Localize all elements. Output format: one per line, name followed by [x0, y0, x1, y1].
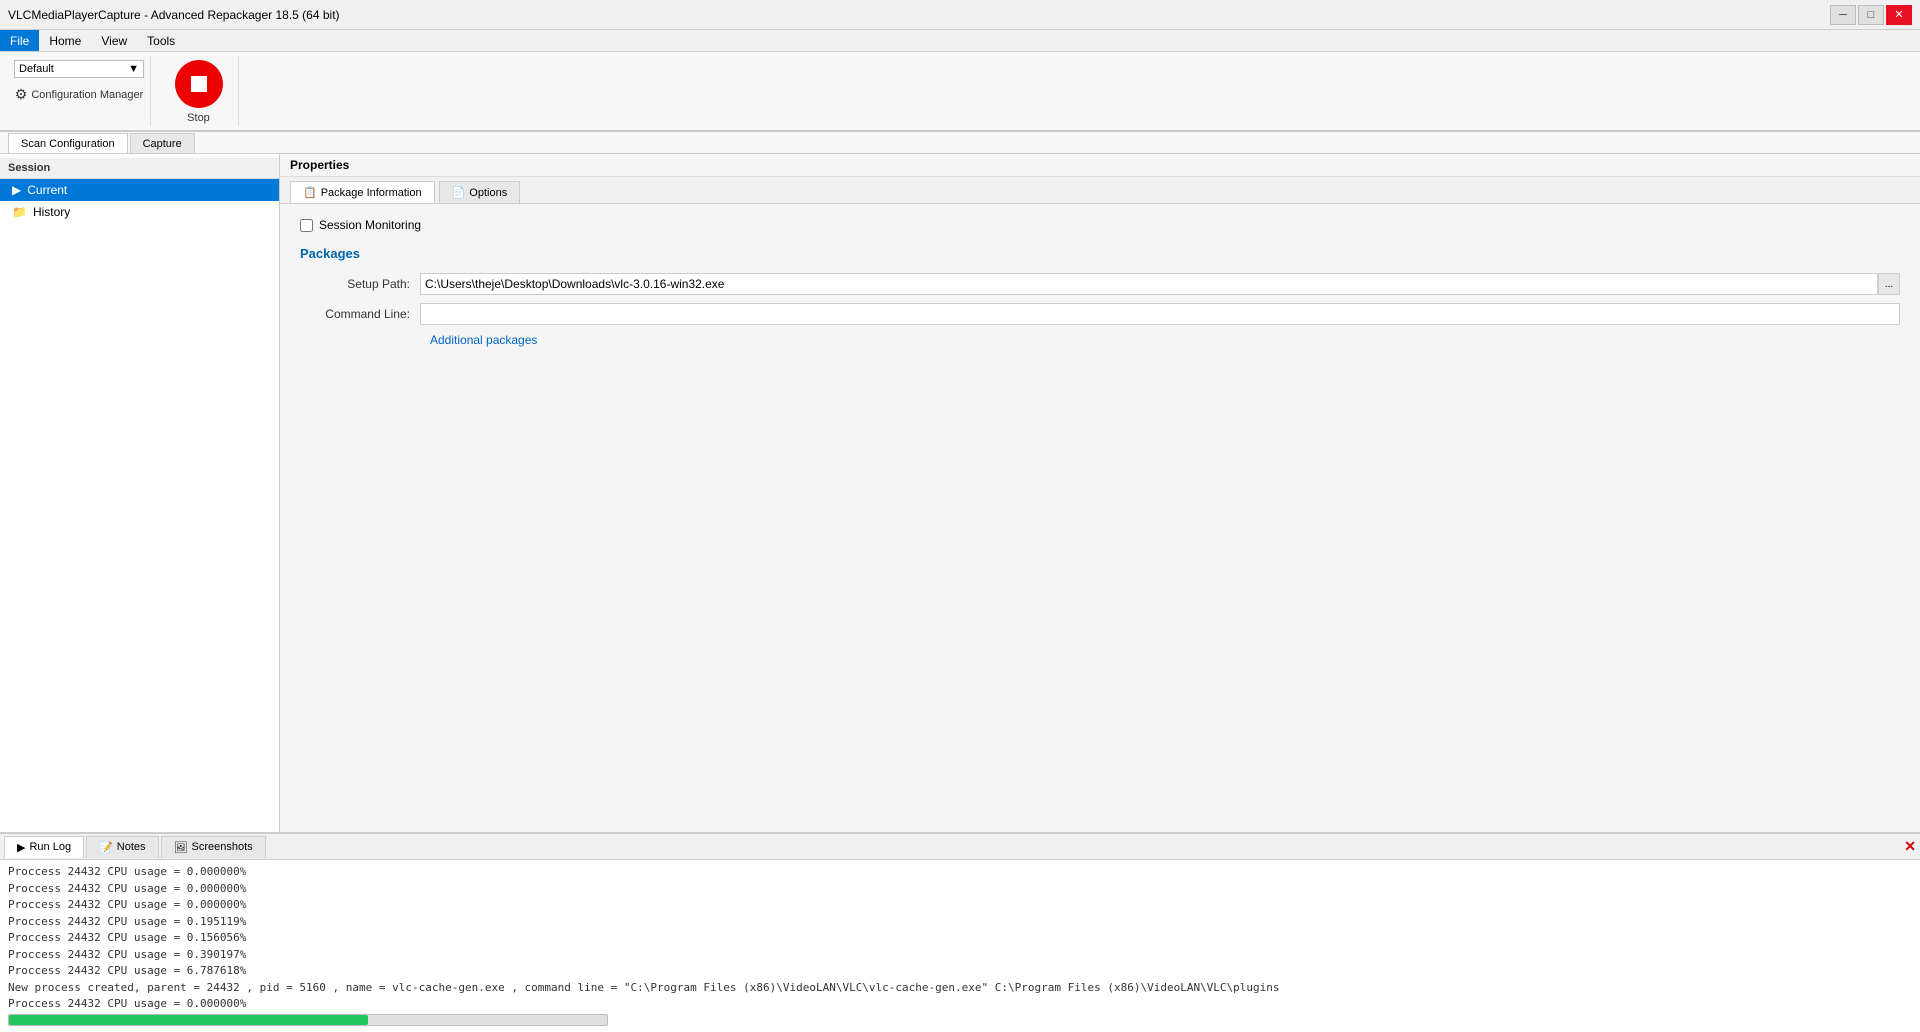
properties-pane: Properties 📋 Package Information 📄 Optio…	[280, 154, 1920, 832]
package-info-icon: 📋	[303, 186, 317, 199]
menu-view[interactable]: View	[91, 30, 137, 51]
default-dropdown[interactable]: Default ▼	[14, 60, 144, 78]
menu-tools[interactable]: Tools	[137, 30, 185, 51]
menu-bar: File Home View Tools	[0, 30, 1920, 52]
log-line: Proccess 24432 CPU usage = 0.000000%	[8, 897, 1912, 914]
bottom-tab-screenshots[interactable]: 🖼 Screenshots	[161, 836, 266, 858]
session-header: Session	[0, 158, 279, 179]
setup-path-input[interactable]	[420, 273, 1878, 295]
command-line-row: Command Line:	[300, 303, 1900, 325]
notes-label: Notes	[117, 841, 146, 853]
screenshots-label: Screenshots	[191, 841, 252, 853]
default-label: Default	[19, 63, 128, 75]
title-bar: VLCMediaPlayerCapture - Advanced Repacka…	[0, 0, 1920, 30]
bottom-panel: ▶ Run Log 📝 Notes 🖼 Screenshots ✕ Procce…	[0, 832, 1920, 1032]
title-text: VLCMediaPlayerCapture - Advanced Repacka…	[8, 8, 340, 22]
maximize-button[interactable]: □	[1858, 5, 1884, 25]
log-line: Proccess 24432 CPU usage = 0.390197%	[8, 947, 1912, 964]
log-line: Proccess 24432 CPU usage = 0.000000%	[8, 864, 1912, 881]
window-controls: ─ □ ✕	[1830, 5, 1912, 25]
config-manager-button[interactable]: ⚙ Configuration Manager	[15, 86, 143, 103]
main-area: Session ▶ Current 📁 History Properties 📋…	[0, 154, 1920, 832]
close-bottom-panel-button[interactable]: ✕	[1904, 838, 1916, 855]
tab-options[interactable]: 📄 Options	[439, 181, 521, 203]
menu-file[interactable]: File	[0, 30, 39, 51]
toolbar-stop-section: Stop	[159, 56, 239, 126]
properties-body: Session Monitoring Packages Setup Path: …	[280, 204, 1920, 361]
log-line: Proccess 24432 CPU usage = 0.156056%	[8, 930, 1912, 947]
stop-icon	[191, 76, 207, 92]
toolbar-default-section: Default ▼ ⚙ Configuration Manager	[8, 56, 151, 126]
log-area: Proccess 24432 CPU usage = 0.000000%Proc…	[0, 860, 1920, 1010]
notes-icon: 📝	[99, 841, 113, 854]
command-line-input[interactable]	[420, 303, 1900, 325]
options-icon: 📄	[452, 186, 466, 199]
sidebar: Session ▶ Current 📁 History	[0, 154, 280, 832]
run-log-label: Run Log	[29, 841, 71, 853]
bottom-tab-run-log[interactable]: ▶ Run Log	[4, 836, 84, 858]
bottom-tabs: ▶ Run Log 📝 Notes 🖼 Screenshots ✕	[0, 834, 1920, 860]
additional-packages-row: Additional packages	[300, 333, 1900, 347]
log-line: Proccess 24432 CPU usage = 0.000000%	[8, 996, 1912, 1010]
config-manager-label: Configuration Manager	[31, 89, 143, 101]
sidebar-item-history[interactable]: 📁 History	[0, 201, 279, 223]
menu-home[interactable]: Home	[39, 30, 91, 51]
log-line: New process created, parent = 24432 , pi…	[8, 980, 1912, 997]
packages-section-title: Packages	[300, 246, 1900, 261]
tab-package-information[interactable]: 📋 Package Information	[290, 181, 435, 203]
stop-label: Stop	[187, 112, 210, 124]
setup-path-row: Setup Path: ...	[300, 273, 1900, 295]
command-line-label: Command Line:	[300, 307, 420, 321]
options-label: Options	[469, 187, 507, 199]
run-log-icon: ▶	[17, 841, 25, 854]
progress-track	[8, 1014, 608, 1026]
package-info-label: Package Information	[321, 187, 422, 199]
dropdown-arrow: ▼	[128, 63, 139, 75]
stop-button[interactable]	[175, 60, 223, 108]
minimize-button[interactable]: ─	[1830, 5, 1856, 25]
sidebar-item-current[interactable]: ▶ Current	[0, 179, 279, 201]
setup-path-label: Setup Path:	[300, 277, 420, 291]
toolbar: Default ▼ ⚙ Configuration Manager Stop	[0, 52, 1920, 132]
progress-bar-row	[0, 1010, 1920, 1032]
setup-path-wrapper: ...	[420, 273, 1900, 295]
current-arrow-icon: ▶	[12, 183, 21, 197]
additional-packages-link[interactable]: Additional packages	[430, 333, 537, 347]
log-line: Proccess 24432 CPU usage = 0.000000%	[8, 881, 1912, 898]
history-folder-icon: 📁	[12, 205, 27, 219]
bottom-tab-notes[interactable]: 📝 Notes	[86, 836, 158, 858]
log-line: Proccess 24432 CPU usage = 6.787618%	[8, 963, 1912, 980]
log-line: Proccess 24432 CPU usage = 0.195119%	[8, 914, 1912, 931]
session-monitoring-checkbox[interactable]	[300, 219, 313, 232]
progress-fill	[9, 1015, 368, 1025]
session-monitoring-row: Session Monitoring	[300, 218, 1900, 232]
properties-header: Properties	[280, 154, 1920, 177]
browse-button[interactable]: ...	[1878, 273, 1900, 295]
screenshots-icon: 🖼	[174, 841, 188, 854]
current-label: Current	[27, 183, 67, 197]
history-label: History	[33, 205, 70, 219]
subtab-capture[interactable]: Capture	[130, 133, 195, 153]
session-monitoring-label: Session Monitoring	[319, 218, 421, 232]
config-manager-icon: ⚙	[15, 86, 28, 103]
subtab-scan-configuration[interactable]: Scan Configuration	[8, 133, 128, 153]
toolbar-subtabs: Scan Configuration Capture	[0, 132, 1920, 154]
properties-tabs: 📋 Package Information 📄 Options	[280, 177, 1920, 204]
close-button[interactable]: ✕	[1886, 5, 1912, 25]
